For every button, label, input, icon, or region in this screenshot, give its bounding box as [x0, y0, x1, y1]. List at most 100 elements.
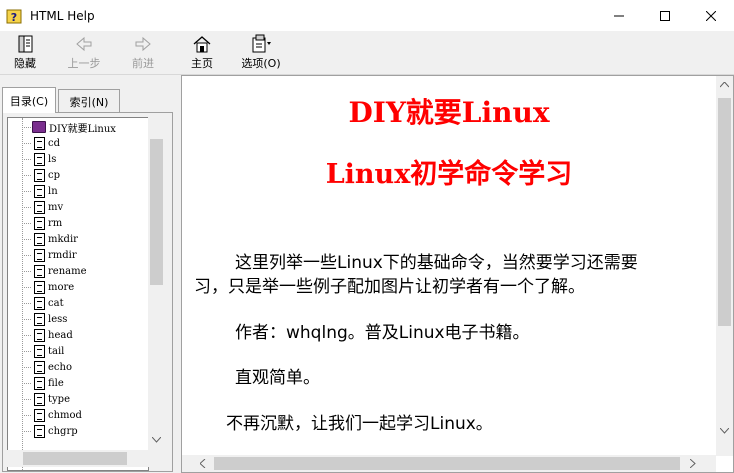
close-button[interactable] — [688, 0, 734, 31]
tab-index[interactable]: 索引(N) — [58, 89, 120, 113]
tree-item-label: less — [48, 313, 68, 325]
tree-item-ls[interactable]: ls — [22, 151, 56, 167]
tab-contents[interactable]: 目录(C) — [2, 87, 56, 113]
content-vscroll-thumb[interactable] — [718, 98, 731, 326]
tree-item-label: ls — [48, 153, 57, 165]
back-button[interactable]: 上一步 — [62, 33, 106, 73]
tree-connector — [22, 287, 31, 288]
page-icon — [34, 424, 45, 438]
tree-item-cat[interactable]: cat — [22, 295, 64, 311]
page-icon — [34, 296, 45, 310]
tree-item-rm[interactable]: rm — [22, 215, 62, 231]
options-icon — [252, 34, 271, 53]
hide-pane-icon — [18, 35, 33, 53]
tree-item-more[interactable]: more — [22, 279, 74, 295]
tree-connector — [22, 255, 31, 256]
page-icon — [34, 376, 45, 390]
back-arrow-icon — [76, 36, 92, 52]
tree-item-rename[interactable]: rename — [22, 263, 87, 279]
content-horizontal-scrollbar[interactable] — [182, 455, 716, 472]
page-icon — [34, 280, 45, 294]
tree-connector — [22, 271, 31, 272]
tree-item-cp[interactable]: cp — [22, 167, 60, 183]
tree-item-root[interactable]: DIY就要Linux — [22, 119, 116, 135]
page-subtitle: Linux初学命令学习 — [325, 159, 573, 190]
tree-connector — [22, 431, 31, 432]
help-app-icon: ? — [6, 8, 22, 24]
chevron-down-icon[interactable] — [152, 437, 161, 443]
minimize-button[interactable] — [596, 0, 642, 31]
forward-arrow-icon — [135, 36, 151, 52]
tree-connector — [22, 319, 31, 320]
content-vertical-scrollbar[interactable] — [716, 76, 733, 456]
forward-button[interactable]: 前进 — [124, 33, 162, 73]
page-icon — [34, 184, 45, 198]
page-icon — [34, 200, 45, 214]
toolbar: 隐藏 上一步 前进 主页 选项(O) — [0, 31, 734, 75]
tree-vertical-scrollbar[interactable] — [148, 117, 165, 450]
chevron-right-icon[interactable] — [690, 459, 696, 468]
page-icon — [34, 312, 45, 326]
chevron-down-icon[interactable] — [720, 428, 729, 434]
hide-button[interactable]: 隐藏 — [6, 33, 44, 73]
page-icon — [34, 264, 45, 278]
tree-item-mv[interactable]: mv — [22, 199, 63, 215]
options-button-label: 选项(O) — [241, 57, 281, 70]
tree-item-type[interactable]: type — [22, 391, 70, 407]
tree-connector — [22, 159, 31, 160]
tree-hscroll-thumb[interactable] — [23, 452, 127, 465]
page-icon — [34, 360, 45, 374]
content-pane: DIY就要Linux Linux初学命令学习 这里列举一些Linux下的基础命令… — [181, 75, 734, 473]
tree-item-label: more — [48, 281, 75, 293]
tree-item-cd[interactable]: cd — [22, 135, 60, 151]
tree-item-rmdir[interactable]: rmdir — [22, 247, 77, 263]
tree-item-chmod[interactable]: chmod — [22, 407, 82, 423]
tree-item-label: tail — [48, 345, 65, 357]
content-hscroll-thumb[interactable] — [214, 457, 680, 470]
page-icon — [34, 392, 45, 406]
tree-item-label: ln — [48, 185, 58, 197]
tree-item-file[interactable]: file — [22, 375, 64, 391]
back-button-label: 上一步 — [67, 57, 101, 70]
tree-item-label: chgrp — [48, 425, 78, 437]
tree-item-head[interactable]: head — [22, 327, 73, 343]
maximize-button[interactable] — [642, 0, 688, 31]
tree-connector — [22, 335, 31, 336]
tree-item-echo[interactable]: echo — [22, 359, 72, 375]
tree-item-mkdir[interactable]: mkdir — [22, 231, 78, 247]
tree-item-label: type — [48, 393, 70, 405]
tree-item-label: cd — [48, 137, 61, 149]
tree-horizontal-scrollbar[interactable] — [7, 450, 165, 467]
chevron-up-icon[interactable] — [720, 82, 729, 88]
tree-item-less[interactable]: less — [22, 311, 67, 327]
options-button[interactable]: 选项(O) — [236, 33, 286, 73]
tree-connector — [22, 239, 31, 240]
simple-paragraph: 直观简单。 — [235, 368, 320, 388]
tree-connector — [22, 175, 31, 176]
tree-connector — [22, 383, 31, 384]
contents-panel: DIY就要Linux cd ls cp ln mv rm mkdir rmdir rename mo… — [2, 112, 173, 472]
tree-item-label: rename — [48, 265, 87, 277]
minimize-icon — [614, 15, 624, 16]
page-icon — [34, 168, 45, 182]
tree-connector — [22, 303, 31, 304]
page-icon — [34, 408, 45, 422]
chevron-left-icon[interactable] — [200, 459, 206, 468]
tab-contents-label: 目录(C) — [9, 94, 49, 108]
maximize-icon — [660, 10, 670, 21]
tree-item-chgrp[interactable]: chgrp — [22, 423, 78, 439]
tree-item-ln[interactable]: ln — [22, 183, 58, 199]
tree-item-tail[interactable]: tail — [22, 343, 64, 359]
home-button-label: 主页 — [191, 57, 213, 70]
page-icon — [34, 248, 45, 262]
tree-item-label: mv — [48, 201, 64, 213]
page-icon — [34, 328, 45, 342]
home-button[interactable]: 主页 — [183, 33, 221, 73]
contents-tree[interactable]: DIY就要Linux cd ls cp ln mv rm mkdir rmdir rename mo… — [7, 117, 149, 471]
page-icon — [34, 216, 45, 230]
tree-item-label: echo — [48, 361, 72, 373]
tree-vscroll-thumb[interactable] — [150, 139, 163, 285]
tree-item-label: cp — [48, 169, 61, 181]
tree-connector — [22, 351, 31, 352]
tree-connector — [22, 367, 31, 368]
